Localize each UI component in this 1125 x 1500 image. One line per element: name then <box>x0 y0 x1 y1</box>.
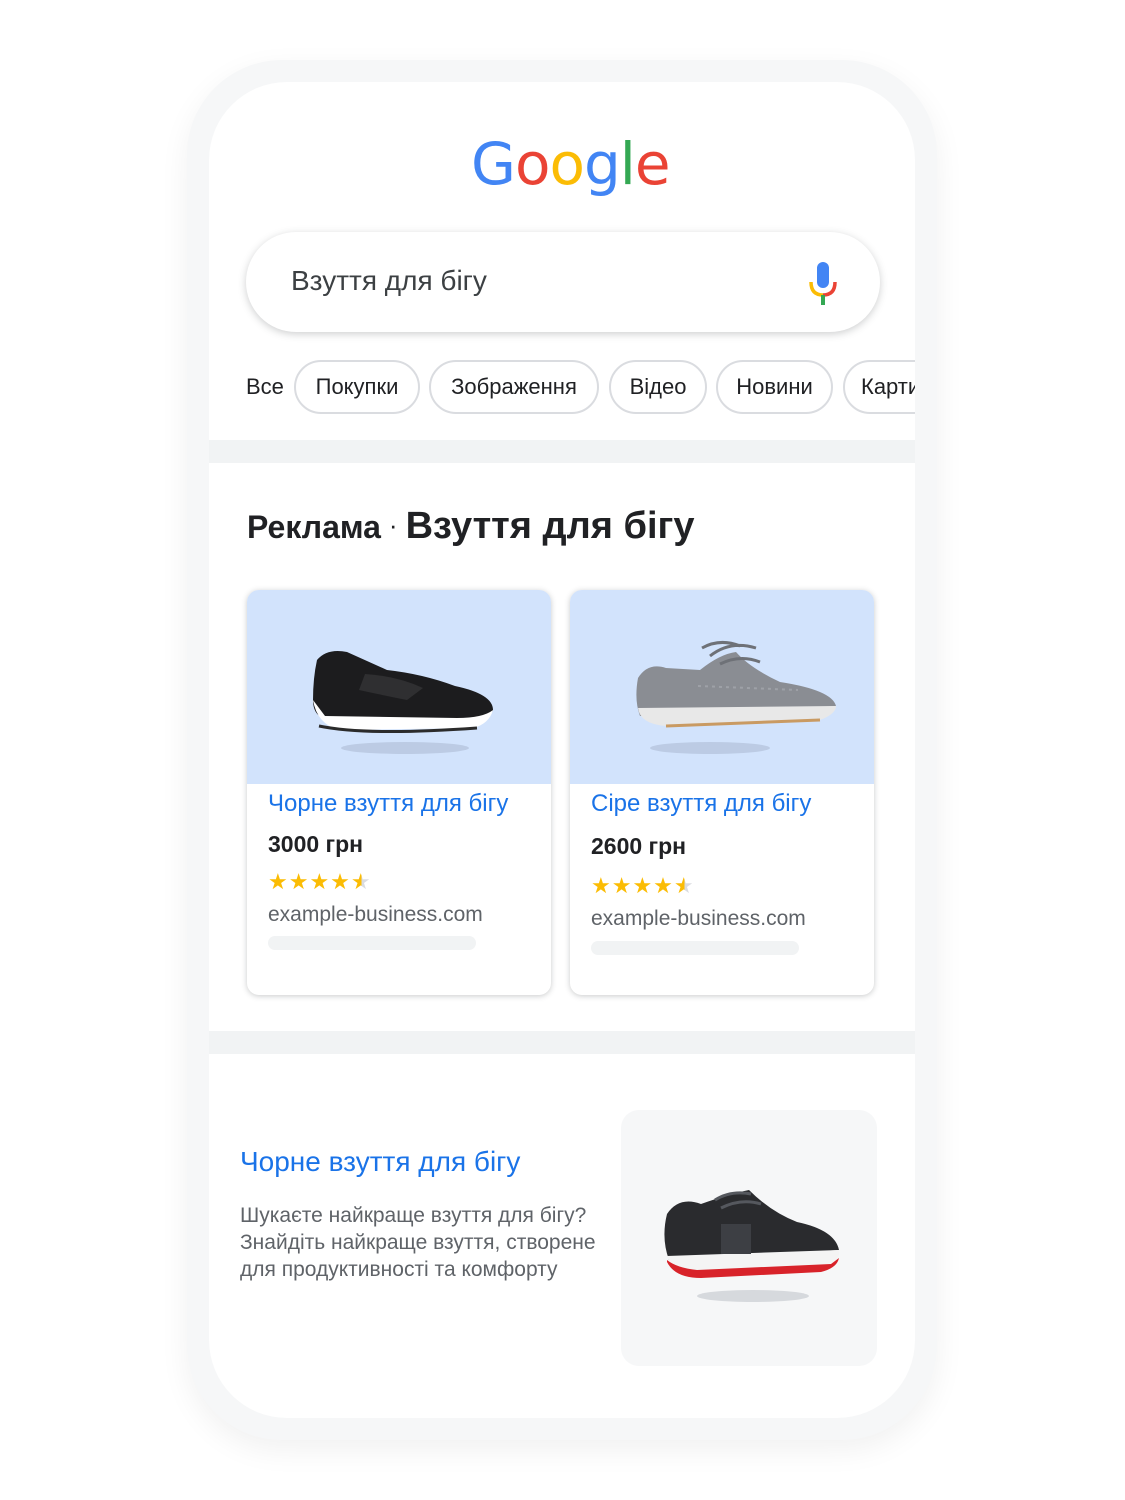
grey-shoe-image <box>636 641 836 754</box>
product-price: 3000 грн <box>268 831 364 857</box>
product-domain: example-business.com <box>591 907 806 930</box>
search-tabs: Все Покупки Зображення Відео Новини Карт… <box>246 360 915 416</box>
tab-maps[interactable]: Карти <box>843 360 915 414</box>
star-rating: ★★★★★ <box>591 873 695 899</box>
separator: · <box>388 510 398 540</box>
product-title-link[interactable]: Чорне взуття для бігу <box>268 790 508 818</box>
star-half-icon: ★ <box>350 869 372 894</box>
product-card[interactable]: Сіре взуття для бігу 2600 грн ★★★★★ exam… <box>570 590 874 995</box>
logo-letter: g <box>583 130 621 198</box>
logo-letter: o <box>549 130 584 198</box>
product-domain: example-business.com <box>268 903 483 926</box>
placeholder-line <box>591 941 799 955</box>
google-logo[interactable]: Google <box>471 130 671 198</box>
ads-query: Взуття для бігу <box>405 505 695 547</box>
logo-letter: e <box>634 130 671 198</box>
mic-icon[interactable] <box>808 262 838 306</box>
phone-screen: Google Взуття для бігу Все Покупки Зобра… <box>209 82 915 1418</box>
product-price: 2600 грн <box>591 833 687 859</box>
star-half-icon: ★ <box>673 873 695 898</box>
black-red-shoe-image <box>664 1190 840 1302</box>
stars-full: ★★★★ <box>591 873 674 898</box>
tab-shopping[interactable]: Покупки <box>294 360 420 414</box>
star-rating: ★★★★★ <box>268 869 372 895</box>
result-thumbnail[interactable] <box>621 1110 877 1366</box>
ad-label: Реклама <box>247 509 381 545</box>
logo-letter: o <box>514 130 550 198</box>
logo-letter: l <box>619 130 636 198</box>
search-query: Взуття для бігу <box>291 265 487 296</box>
shopping-ads-section: Реклама · Взуття для бігу Чорне взуття для… <box>209 463 915 1031</box>
tab-all[interactable]: Все <box>246 374 284 400</box>
placeholder-line <box>268 936 476 950</box>
product-card[interactable]: Чорне взуття для бігу 3000 грн ★★★★★ exa… <box>247 590 551 995</box>
product-image[interactable] <box>570 590 874 784</box>
search-input[interactable]: Взуття для бігу <box>246 232 880 332</box>
product-image[interactable] <box>247 590 551 784</box>
product-title-link[interactable]: Сіре взуття для бігу <box>591 790 811 818</box>
tab-videos[interactable]: Відео <box>609 360 707 414</box>
organic-result: Чорне взуття для бігу Шукаєте найкраще в… <box>209 1054 915 1418</box>
result-description: Шукаєте найкраще взуття для бігу? Знайді… <box>240 1204 596 1281</box>
search-header: Google Взуття для бігу Все Покупки Зобра… <box>209 82 915 440</box>
tab-news[interactable]: Новини <box>716 360 833 414</box>
black-shoe-image <box>313 651 493 754</box>
result-title-link[interactable]: Чорне взуття для бігу <box>240 1146 520 1178</box>
stars-full: ★★★★ <box>268 869 351 894</box>
logo-letter: G <box>471 130 516 198</box>
ads-heading: Реклама · Взуття для бігу <box>247 505 695 548</box>
tab-images[interactable]: Зображення <box>429 360 599 414</box>
